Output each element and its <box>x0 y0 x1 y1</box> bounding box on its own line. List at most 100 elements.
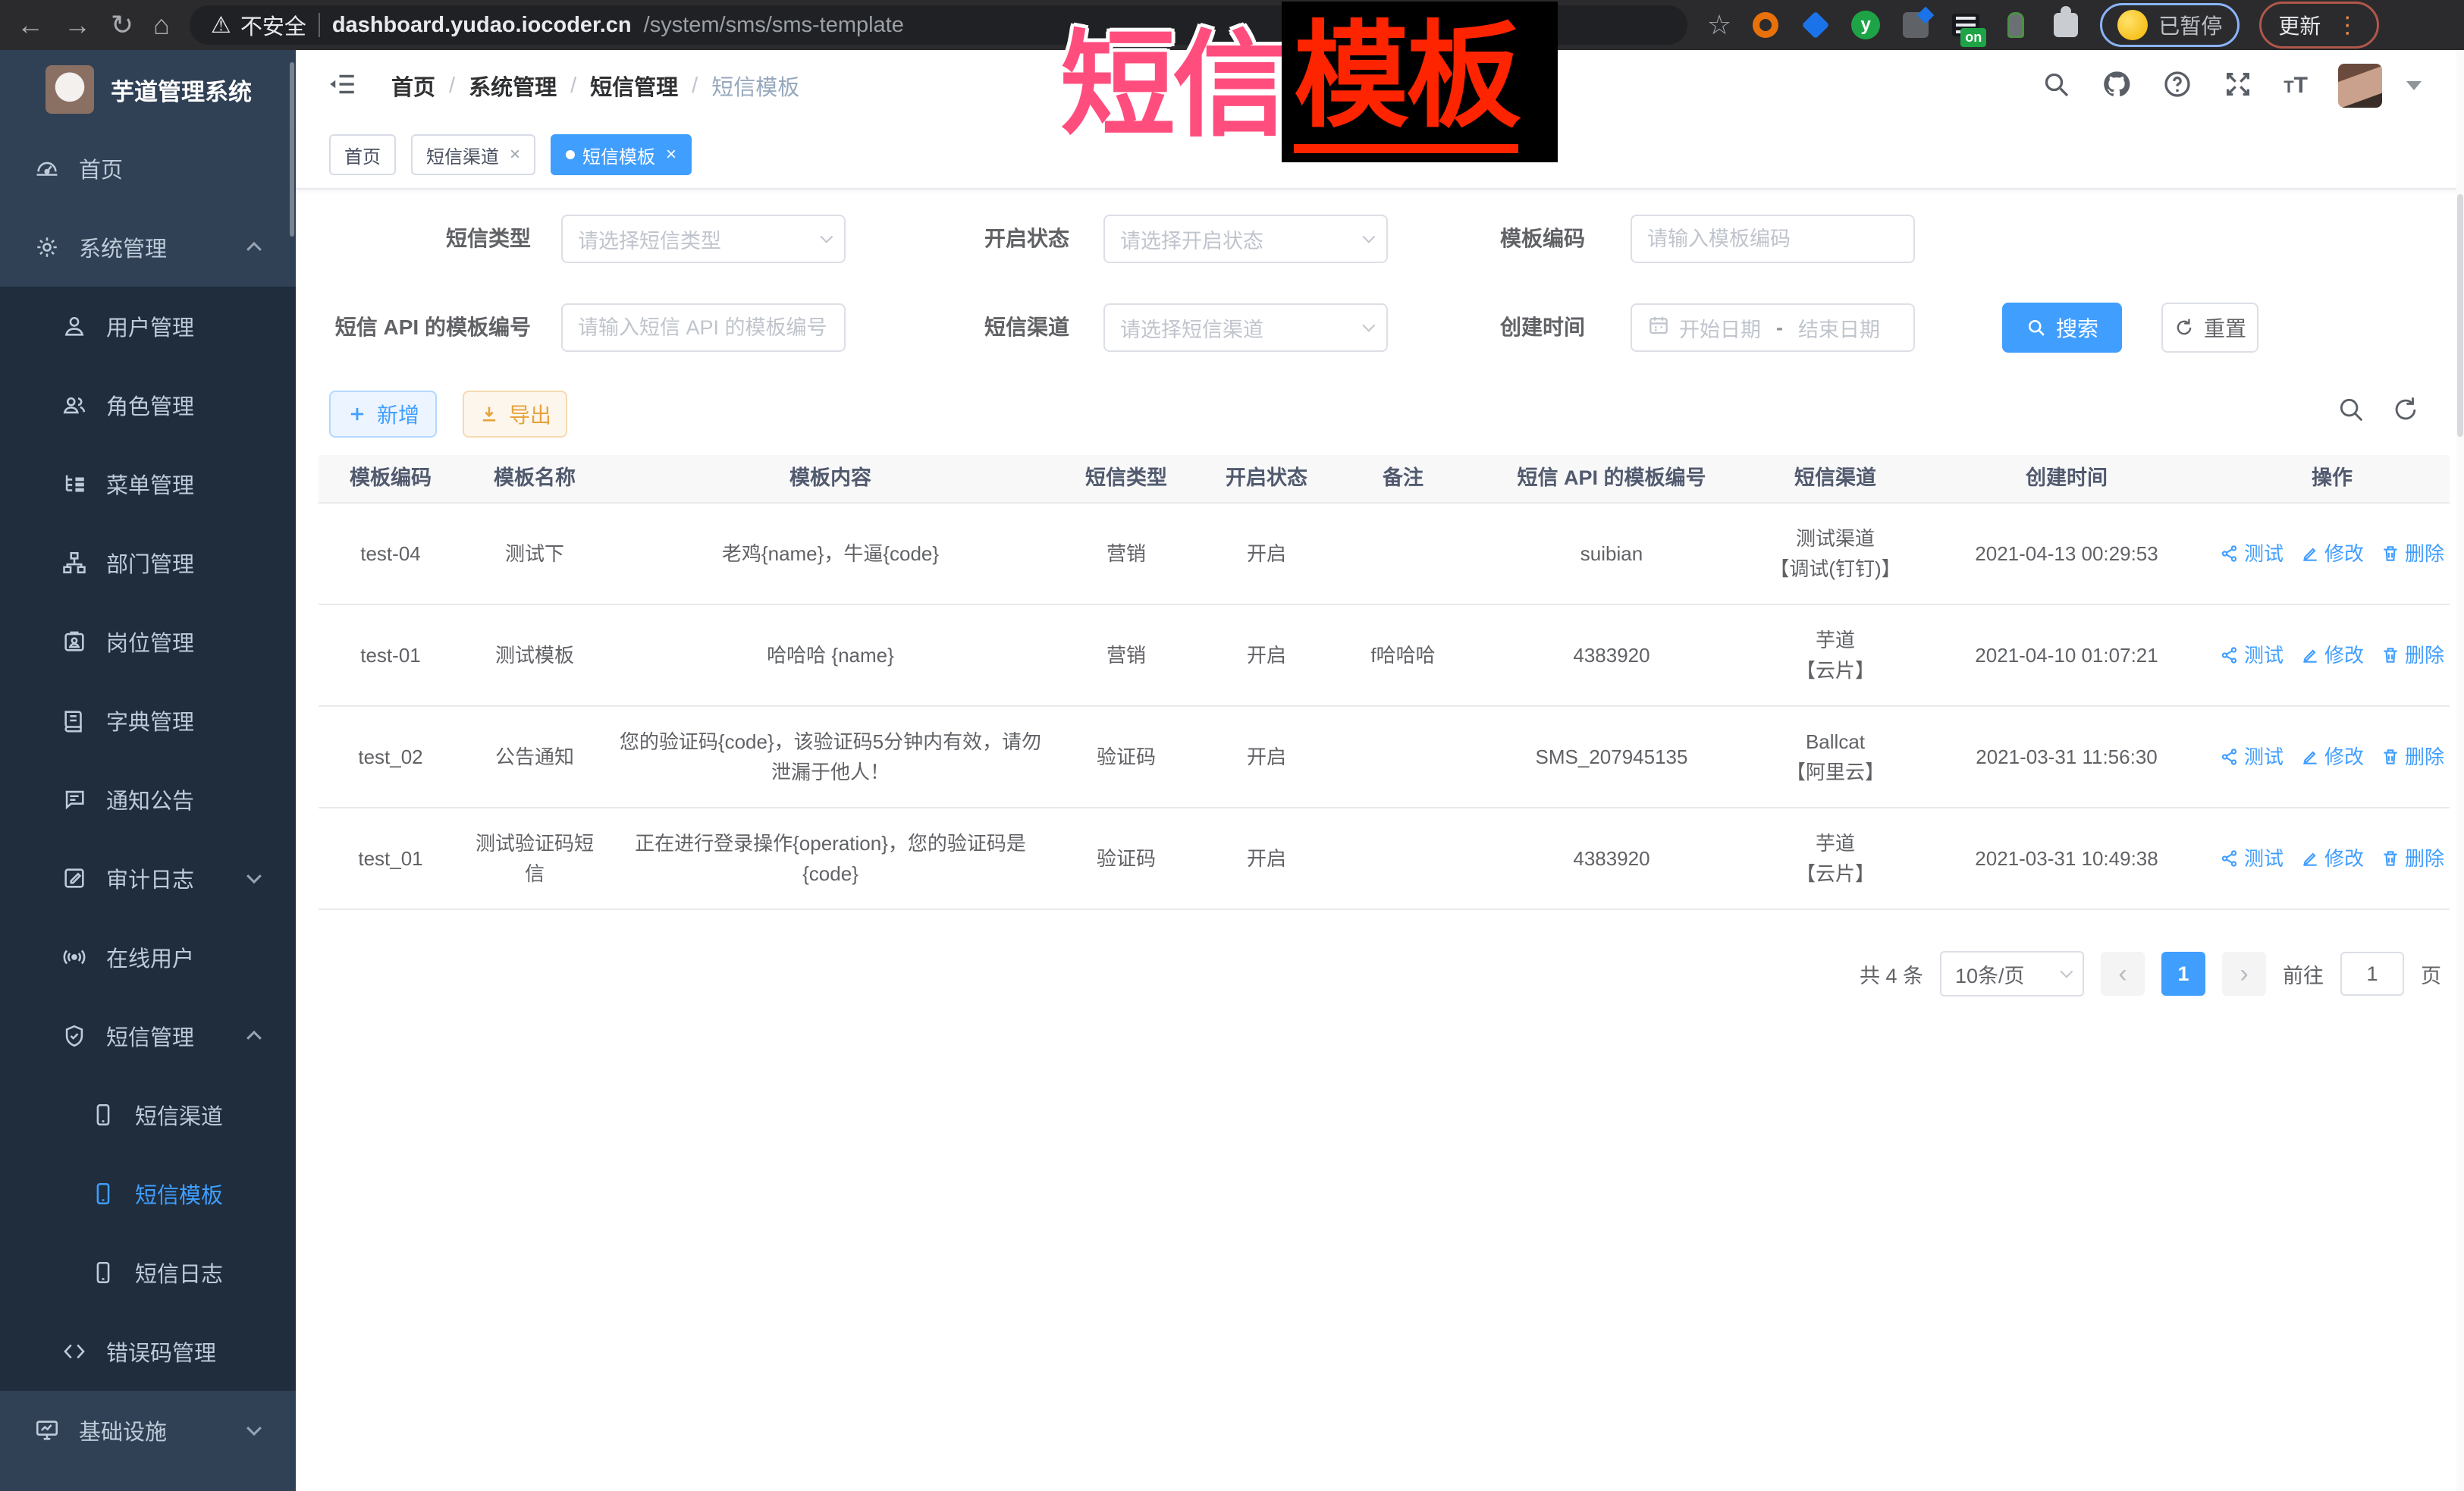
forward-icon[interactable]: → <box>64 11 91 39</box>
github-icon[interactable] <box>2101 69 2132 103</box>
sidebar-item-home[interactable]: 首页 <box>0 129 296 208</box>
page-scrollbar[interactable] <box>2456 50 2464 1491</box>
api-template-id-input[interactable] <box>578 316 829 340</box>
add-button[interactable]: 新增 <box>329 391 437 438</box>
next-page-button[interactable]: › <box>2222 952 2266 996</box>
sidebar-item-sms-template[interactable]: 短信模板 <box>0 1154 296 1233</box>
test-link[interactable]: 测试 <box>2220 742 2284 772</box>
help-icon[interactable] <box>2162 69 2192 103</box>
sidebar-item-label: 首页 <box>79 152 123 184</box>
edit-link[interactable]: 修改 <box>2300 640 2364 670</box>
col-header-code: 模板编码 <box>319 463 463 494</box>
breadcrumb-item[interactable]: 首页 <box>391 70 435 102</box>
tab-sms-template[interactable]: 短信模板 × <box>551 134 692 175</box>
collapse-sidebar-icon[interactable] <box>326 68 358 104</box>
delete-link[interactable]: 删除 <box>2381 538 2444 569</box>
sidebar-item-sms-log[interactable]: 短信日志 <box>0 1233 296 1312</box>
create-time-label: 创建时间 <box>1441 303 1585 352</box>
extensions-puzzle-icon[interactable] <box>2051 11 2080 39</box>
user-avatar[interactable] <box>2338 64 2382 108</box>
tabs-bar: 首页 短信渠道 × 短信模板 × <box>296 121 2464 190</box>
test-link[interactable]: 测试 <box>2220 640 2284 670</box>
export-button[interactable]: 导出 <box>463 391 567 438</box>
back-icon[interactable]: ← <box>17 11 44 39</box>
sidebar-item-sms[interactable]: 短信管理 <box>0 997 296 1075</box>
close-icon[interactable]: × <box>510 144 520 165</box>
col-header-channel: 短信渠道 <box>1752 463 1919 494</box>
edit-link[interactable]: 修改 <box>2300 742 2364 772</box>
sidebar-item-sms-channel[interactable]: 短信渠道 <box>0 1075 296 1154</box>
search-icon[interactable] <box>2041 69 2071 103</box>
bookmark-star-icon[interactable]: ☆ <box>1707 11 1731 39</box>
breadcrumb-item[interactable]: 系统管理 <box>469 70 557 102</box>
status-select[interactable]: 请选择开启状态 <box>1103 215 1388 263</box>
test-link[interactable]: 测试 <box>2220 538 2284 569</box>
tab-home[interactable]: 首页 <box>329 134 396 175</box>
sidebar-item-audit-log[interactable]: 审计日志 <box>0 839 296 918</box>
test-link[interactable]: 测试 <box>2220 843 2284 874</box>
sidebar-item-online-users[interactable]: 在线用户 <box>0 918 296 997</box>
security-chip[interactable]: ⚠ 不安全 <box>211 9 306 41</box>
sidebar-item-system[interactable]: 系统管理 <box>0 208 296 287</box>
avatar-caret-icon[interactable] <box>2406 81 2422 90</box>
extension-figure-icon[interactable] <box>2001 11 2030 39</box>
fullscreen-icon[interactable] <box>2223 69 2253 103</box>
reload-icon[interactable]: ↻ <box>111 11 133 39</box>
page-size-select[interactable]: 10条/页 <box>1940 951 2084 997</box>
template-code-input[interactable] <box>1647 228 1898 251</box>
tab-sms-channel[interactable]: 短信渠道 × <box>411 134 535 175</box>
extension-grid-icon[interactable] <box>1901 11 1930 39</box>
sidebar-item-departments[interactable]: 部门管理 <box>0 523 296 602</box>
prev-page-button[interactable]: ‹ <box>2101 952 2145 996</box>
sidebar-scrollbar[interactable] <box>290 62 294 237</box>
sms-channel-select[interactable]: 请选择短信渠道 <box>1103 303 1388 352</box>
close-icon[interactable]: × <box>666 144 676 165</box>
search-icon <box>2026 317 2047 338</box>
users-icon <box>61 392 88 418</box>
sidebar-item-infrastructure[interactable]: 基础设施 <box>0 1391 296 1470</box>
sidebar-item-menus[interactable]: 菜单管理 <box>0 444 296 523</box>
sidebar-item-users[interactable]: 用户管理 <box>0 287 296 366</box>
delete-link[interactable]: 删除 <box>2381 843 2444 874</box>
extension-green-icon[interactable]: y <box>1851 11 1880 39</box>
refresh-table-icon[interactable] <box>2391 395 2420 428</box>
app-logo[interactable]: 芋道管理系统 <box>0 50 296 129</box>
goto-page-input[interactable] <box>2340 952 2404 996</box>
cell-created: 2021-04-10 01:07:21 <box>1919 640 2214 670</box>
date-range-picker[interactable]: 开始日期 - 结束日期 <box>1631 303 1915 352</box>
sidebar-item-posts[interactable]: 岗位管理 <box>0 602 296 681</box>
table-row: test_01 测试验证码短信 正在进行登录操作{operation}，您的验证… <box>319 808 2450 910</box>
search-button[interactable]: 搜索 <box>2002 303 2122 353</box>
toggle-search-icon[interactable] <box>2337 395 2365 428</box>
breadcrumb-item[interactable]: 短信管理 <box>590 70 678 102</box>
home-icon[interactable]: ⌂ <box>153 11 170 39</box>
cell-content: 老鸡{name}，牛逼{code} <box>607 538 1054 569</box>
extension-list-icon[interactable]: on <box>1951 11 1980 39</box>
edit-link[interactable]: 修改 <box>2300 538 2364 569</box>
update-button[interactable]: 更新 ⋮ <box>2259 2 2379 49</box>
trash-icon <box>2381 747 2400 767</box>
download-icon <box>479 403 500 425</box>
sms-type-select[interactable]: 请选择短信类型 <box>561 215 846 263</box>
sidebar-item-roles[interactable]: 角色管理 <box>0 366 296 444</box>
address-bar[interactable]: ⚠ 不安全 dashboard.yudao.iocoder.cn/system/… <box>190 5 1687 45</box>
reset-button[interactable]: 重置 <box>2161 303 2258 353</box>
delete-link[interactable]: 删除 <box>2381 640 2444 670</box>
edit-icon <box>2300 544 2320 563</box>
edit-link[interactable]: 修改 <box>2300 843 2364 874</box>
profile-paused-chip[interactable]: 已暂停 <box>2100 3 2240 47</box>
sidebar-item-error-codes[interactable]: 错误码管理 <box>0 1312 296 1391</box>
browser-menu-icon[interactable]: ⋮ <box>2336 12 2360 39</box>
sidebar-item-label: 部门管理 <box>106 547 194 579</box>
delete-link[interactable]: 删除 <box>2381 742 2444 772</box>
current-page[interactable]: 1 <box>2161 952 2205 996</box>
extension-blue-icon[interactable] <box>1801 11 1830 39</box>
user-icon <box>61 313 88 339</box>
extension-orange-icon[interactable] <box>1751 11 1780 39</box>
app-header: 首页 / 系统管理 / 短信管理 / 短信模板 TT <box>296 50 2464 121</box>
url-path: /system/sms/sms-template <box>644 13 904 38</box>
font-size-icon[interactable]: TT <box>2284 73 2308 99</box>
edit-icon <box>2300 747 2320 767</box>
sidebar-item-dict[interactable]: 字典管理 <box>0 681 296 760</box>
sidebar-item-notices[interactable]: 通知公告 <box>0 760 296 839</box>
